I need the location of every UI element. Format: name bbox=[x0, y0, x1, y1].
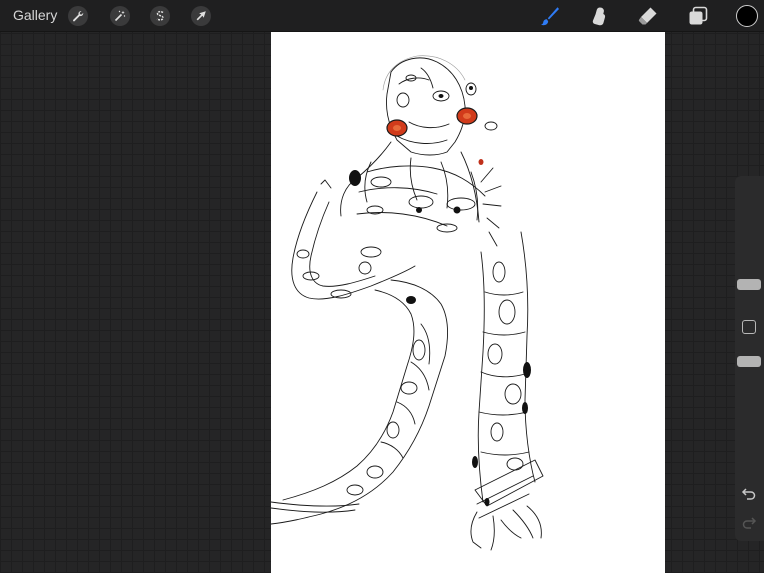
gallery-button[interactable]: Gallery bbox=[13, 7, 57, 24]
adjustments-button[interactable] bbox=[110, 6, 130, 26]
undo-button[interactable] bbox=[740, 484, 758, 502]
side-toolbar bbox=[735, 176, 764, 541]
modify-button[interactable] bbox=[742, 320, 756, 334]
layers-icon bbox=[689, 6, 708, 25]
redo-button[interactable] bbox=[740, 513, 758, 531]
brush-tool[interactable] bbox=[537, 4, 561, 28]
eraser-tool[interactable] bbox=[636, 4, 660, 28]
undo-icon bbox=[741, 488, 756, 500]
brush-icon bbox=[540, 7, 559, 26]
eraser-icon bbox=[638, 7, 657, 25]
brush-size-slider[interactable] bbox=[737, 279, 761, 290]
wrench-icon bbox=[73, 11, 84, 22]
transform-button[interactable] bbox=[191, 6, 211, 26]
redo-icon bbox=[742, 517, 757, 529]
smudge-tool[interactable] bbox=[587, 4, 611, 28]
color-picker-button[interactable] bbox=[736, 5, 758, 27]
selection-s-icon bbox=[156, 10, 164, 21]
opacity-slider[interactable] bbox=[737, 356, 761, 367]
magic-wand-icon bbox=[114, 10, 126, 22]
selection-button[interactable] bbox=[150, 6, 170, 26]
smudge-icon bbox=[592, 7, 606, 26]
actions-button[interactable] bbox=[68, 6, 88, 26]
sketch-artwork bbox=[271, 55, 544, 551]
layers-button[interactable] bbox=[686, 4, 710, 28]
top-toolbar: Gallery bbox=[0, 0, 764, 32]
transform-arrow-icon bbox=[196, 11, 206, 21]
drawing-canvas[interactable] bbox=[271, 32, 665, 573]
